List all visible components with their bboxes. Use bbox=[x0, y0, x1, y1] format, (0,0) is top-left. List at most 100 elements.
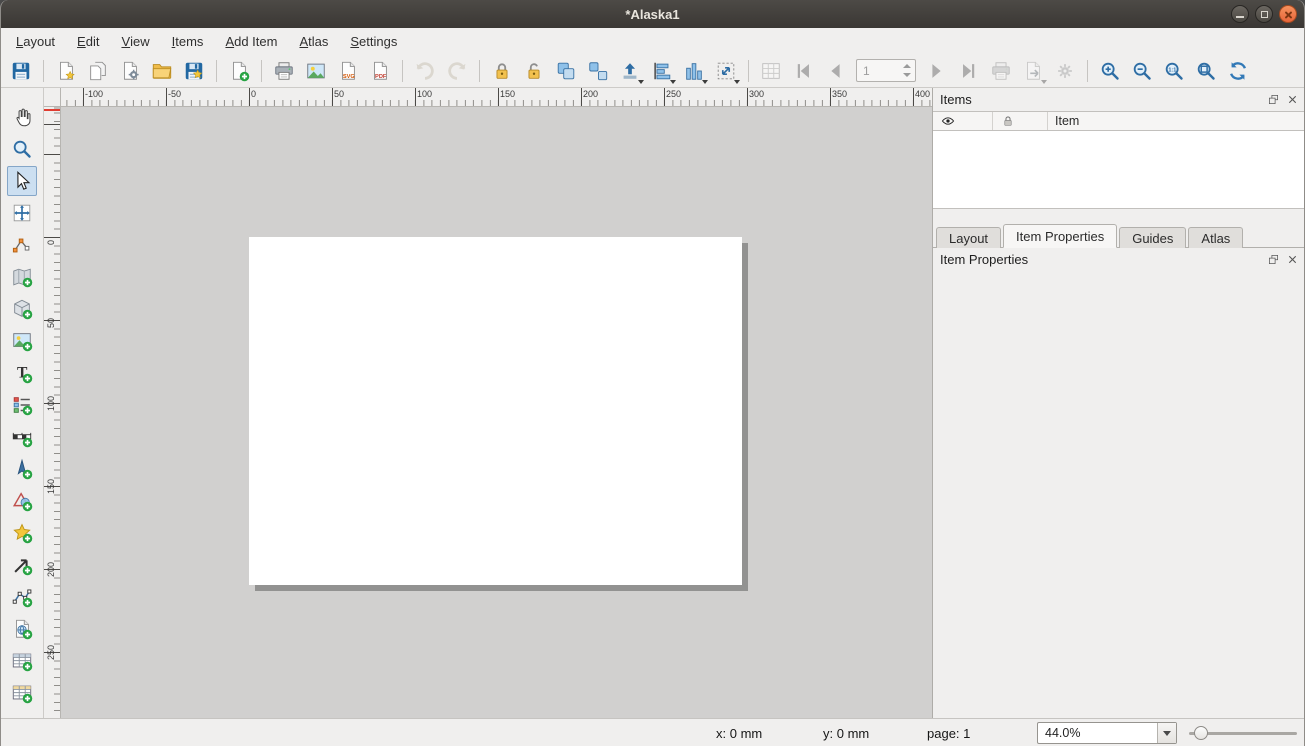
save-template-button[interactable] bbox=[179, 56, 209, 86]
item-properties-float-button[interactable] bbox=[1267, 253, 1280, 266]
zoom-full-button[interactable] bbox=[1191, 56, 1221, 86]
items-list[interactable] bbox=[933, 131, 1304, 209]
zoom-dropdown-arrow-icon[interactable] bbox=[1157, 723, 1176, 743]
menu-atlas[interactable]: Atlas bbox=[288, 28, 339, 54]
layout-manager-button[interactable] bbox=[115, 56, 145, 86]
add-fixed-table-button[interactable] bbox=[7, 678, 37, 708]
item-properties-close-button[interactable] bbox=[1286, 253, 1299, 266]
new-layout-button[interactable] bbox=[51, 56, 81, 86]
raise-items-button[interactable] bbox=[615, 56, 645, 86]
layout-canvas[interactable] bbox=[61, 107, 932, 718]
zoom-slider[interactable] bbox=[1189, 732, 1297, 735]
lock-icon bbox=[1001, 114, 1015, 128]
menu-edit[interactable]: Edit bbox=[66, 28, 110, 54]
distribute-items-button[interactable] bbox=[679, 56, 709, 86]
panel-gap bbox=[933, 209, 1304, 224]
save-project-button[interactable] bbox=[6, 56, 36, 86]
add-scalebar-button[interactable] bbox=[7, 422, 37, 452]
add-label-button[interactable]: T bbox=[7, 358, 37, 388]
layout-page[interactable] bbox=[249, 237, 742, 585]
zoom-actual-button[interactable]: 1:1 bbox=[1159, 56, 1189, 86]
align-items-button[interactable] bbox=[647, 56, 677, 86]
horizontal-ruler[interactable]: -100-50050100150200250300350400 bbox=[61, 88, 932, 107]
preview-atlas-button[interactable] bbox=[756, 56, 786, 86]
pan-layout-button[interactable] bbox=[7, 102, 37, 132]
close-button[interactable] bbox=[1279, 5, 1297, 23]
edit-nodes-item-button[interactable] bbox=[7, 230, 37, 260]
print-atlas-button[interactable] bbox=[986, 56, 1016, 86]
add-map-button[interactable] bbox=[7, 262, 37, 292]
menu-layout[interactable]: Layout bbox=[5, 28, 66, 54]
toolbar-separator bbox=[261, 60, 262, 82]
tab-guides[interactable]: Guides bbox=[1119, 227, 1186, 248]
toolbar-separator bbox=[216, 60, 217, 82]
item-properties-dock-buttons bbox=[1267, 253, 1299, 266]
add-legend-button[interactable] bbox=[7, 390, 37, 420]
add-marker-button[interactable] bbox=[7, 518, 37, 548]
resize-items-button[interactable] bbox=[711, 56, 741, 86]
add-html-button[interactable] bbox=[7, 614, 37, 644]
items-panel-title: Items bbox=[940, 92, 972, 107]
undo-button[interactable] bbox=[410, 56, 440, 86]
zoom-out-button[interactable] bbox=[1127, 56, 1157, 86]
zoom-slider-handle[interactable] bbox=[1194, 726, 1208, 740]
canvas-row: 050100150200250 bbox=[44, 107, 932, 718]
atlas-settings-button[interactable] bbox=[1050, 56, 1080, 86]
last-feature-button[interactable] bbox=[954, 56, 984, 86]
zoom-level-combobox[interactable]: 44.0% bbox=[1037, 722, 1177, 744]
select-move-item-button[interactable] bbox=[7, 166, 37, 196]
add-3d-map-button[interactable] bbox=[7, 294, 37, 324]
ruler-position-indicator bbox=[44, 109, 60, 111]
toolbar-separator bbox=[43, 60, 44, 82]
print-button[interactable] bbox=[269, 56, 299, 86]
tab-layout[interactable]: Layout bbox=[936, 227, 1001, 248]
export-image-button[interactable] bbox=[301, 56, 331, 86]
export-pdf-button[interactable]: PDF bbox=[365, 56, 395, 86]
add-node-item-button[interactable] bbox=[7, 582, 37, 612]
tab-item-properties[interactable]: Item Properties bbox=[1003, 224, 1117, 248]
lock-items-button[interactable] bbox=[487, 56, 517, 86]
redo-button[interactable] bbox=[442, 56, 472, 86]
add-pages-button[interactable] bbox=[224, 56, 254, 86]
items-panel-float-button[interactable] bbox=[1267, 93, 1280, 106]
next-feature-button[interactable] bbox=[922, 56, 952, 86]
status-y-coordinate: y: 0 mm bbox=[823, 726, 869, 741]
zoom-tool-button[interactable] bbox=[7, 134, 37, 164]
toolbar-separator bbox=[748, 60, 749, 82]
first-feature-button[interactable] bbox=[788, 56, 818, 86]
vertical-ruler[interactable]: 050100150200250 bbox=[44, 107, 61, 718]
move-item-content-button[interactable] bbox=[7, 198, 37, 228]
right-panel: Items Item LayoutItem PropertiesGuidesAt… bbox=[932, 88, 1304, 718]
duplicate-layout-button[interactable] bbox=[83, 56, 113, 86]
previous-feature-button[interactable] bbox=[820, 56, 850, 86]
titlebar[interactable]: *Alaska1 bbox=[1, 0, 1304, 28]
vruler-label: 150 bbox=[46, 479, 56, 494]
add-north-arrow-button[interactable] bbox=[7, 454, 37, 484]
add-shape-button[interactable] bbox=[7, 486, 37, 516]
menu-items[interactable]: Items bbox=[161, 28, 215, 54]
unlock-items-button[interactable] bbox=[519, 56, 549, 86]
items-panel-close-button[interactable] bbox=[1286, 93, 1299, 106]
menu-view[interactable]: View bbox=[110, 28, 160, 54]
hruler-label: -100 bbox=[85, 89, 103, 99]
load-template-button[interactable] bbox=[147, 56, 177, 86]
ungroup-items-button[interactable] bbox=[583, 56, 613, 86]
group-items-button[interactable] bbox=[551, 56, 581, 86]
item-properties-panel-header: Item Properties bbox=[933, 248, 1304, 271]
menu-settings[interactable]: Settings bbox=[339, 28, 408, 54]
refresh-button[interactable] bbox=[1223, 56, 1253, 86]
add-arrow-button[interactable] bbox=[7, 550, 37, 580]
tab-atlas[interactable]: Atlas bbox=[1188, 227, 1243, 248]
items-panel-dock-buttons bbox=[1267, 93, 1299, 106]
status-page-indicator: page: 1 bbox=[927, 726, 970, 741]
minimize-button[interactable] bbox=[1231, 5, 1249, 23]
add-attribute-table-button[interactable] bbox=[7, 646, 37, 676]
atlas-page-spinbox[interactable]: 1 bbox=[856, 59, 916, 82]
maximize-button[interactable] bbox=[1255, 5, 1273, 23]
add-picture-button[interactable] bbox=[7, 326, 37, 356]
export-atlas-button[interactable] bbox=[1018, 56, 1048, 86]
menu-add-item[interactable]: Add Item bbox=[214, 28, 288, 54]
zoom-in-button[interactable] bbox=[1095, 56, 1125, 86]
hruler-label: -50 bbox=[168, 89, 181, 99]
export-svg-button[interactable]: SVG bbox=[333, 56, 363, 86]
